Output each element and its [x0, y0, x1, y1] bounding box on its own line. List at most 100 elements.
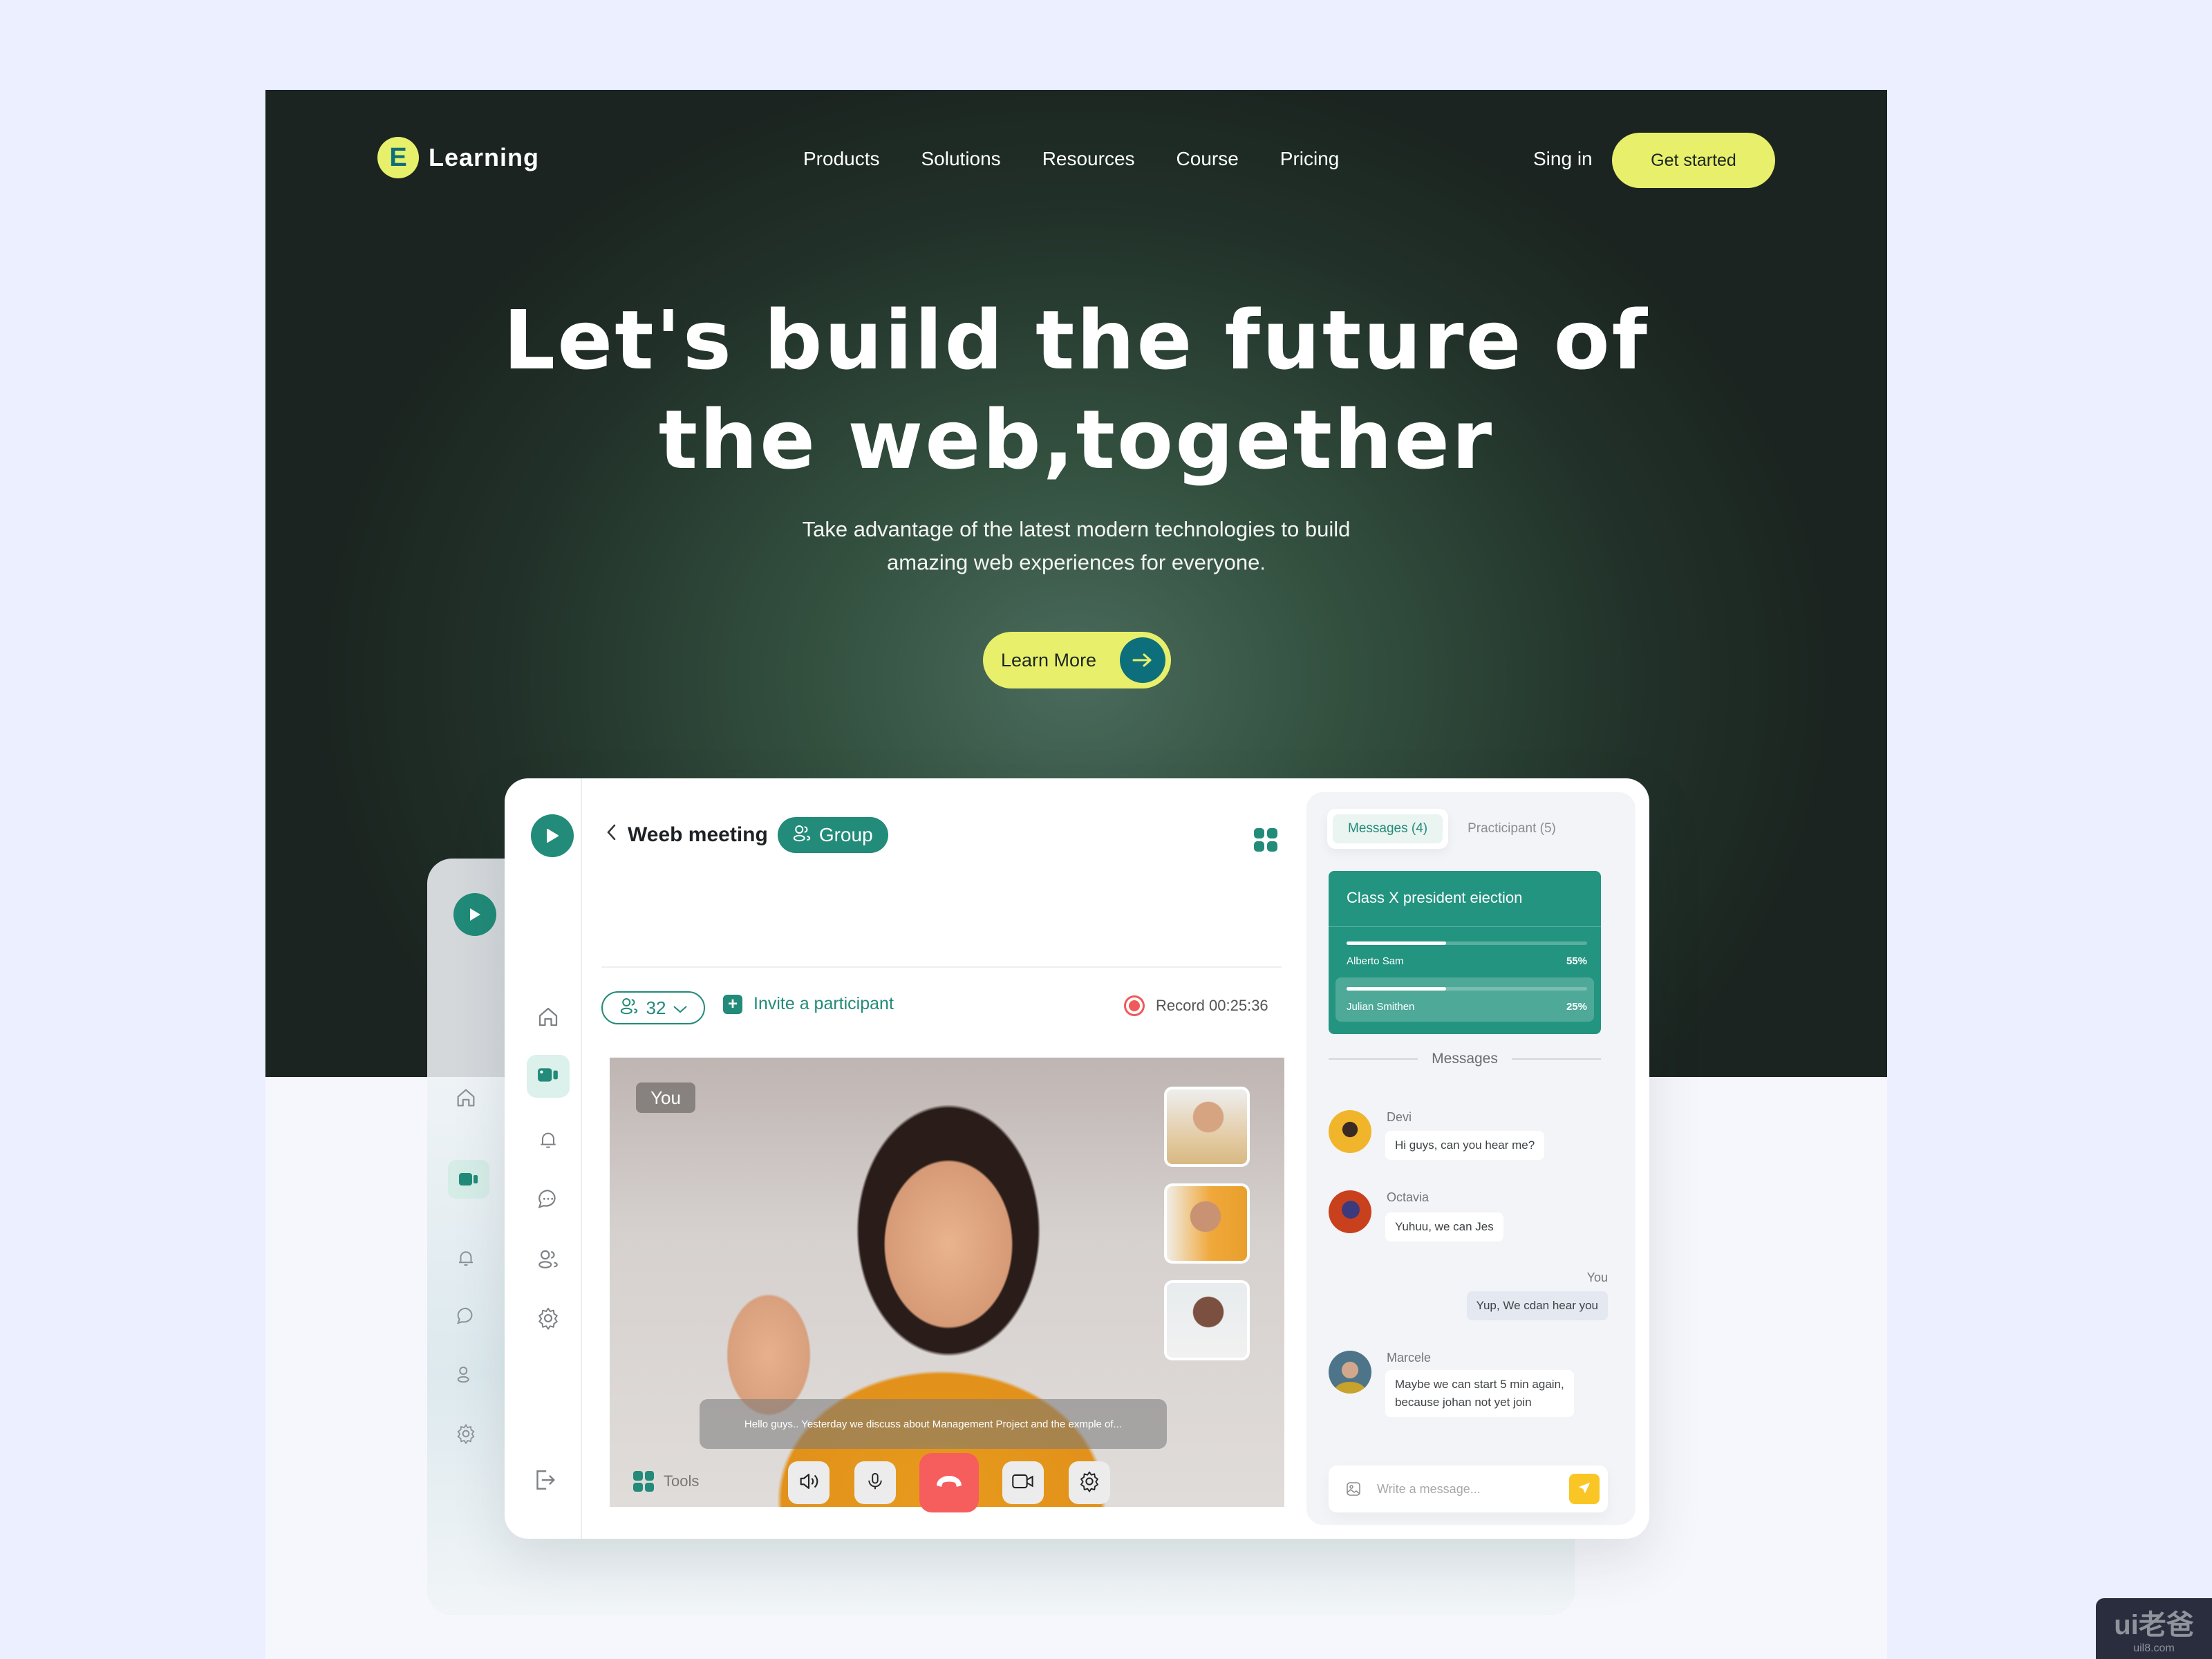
- record-status[interactable]: Record 00:25:36: [1124, 995, 1268, 1016]
- nav-solutions[interactable]: Solutions: [921, 148, 1001, 170]
- record-icon: [1124, 995, 1145, 1016]
- chevron-down-icon: [673, 997, 688, 1019]
- message-composer: [1329, 1465, 1608, 1512]
- brand-logo[interactable]: E Learning: [377, 137, 539, 178]
- message-input[interactable]: [1377, 1477, 1550, 1501]
- tools-grid-icon: [633, 1471, 654, 1492]
- logout-icon[interactable]: [531, 1467, 557, 1497]
- sidebar-item-users[interactable]: [527, 1239, 570, 1282]
- camera-icon: [1011, 1472, 1035, 1494]
- message-sender: Marcele: [1387, 1351, 1432, 1365]
- participant-thumbnail[interactable]: [1164, 1087, 1250, 1167]
- logo-badge: E: [377, 137, 419, 178]
- message-item-own: You Yup, We cdan hear you: [1329, 1271, 1608, 1326]
- tab-messages[interactable]: Messages (4): [1327, 809, 1449, 849]
- back-home-icon: [452, 1084, 480, 1112]
- message-sender: Devi: [1387, 1110, 1412, 1124]
- hero-subtitle: Take advantage of the latest modern tech…: [265, 513, 1887, 579]
- microphone-button[interactable]: [854, 1461, 896, 1504]
- chat-panel: Messages (4) Practicipant (5) Class X pr…: [1306, 792, 1635, 1525]
- message-sender: Octavia: [1387, 1190, 1430, 1204]
- app-logo-play-icon[interactable]: [531, 814, 574, 857]
- avatar: [1329, 1190, 1371, 1233]
- message-bubble: Yuhuu, we can Jes: [1385, 1212, 1503, 1241]
- poll-bar-track: [1347, 987, 1587, 991]
- meeting-app-card: Weeb meeting Group 32 + Invite a partici…: [505, 778, 1649, 1539]
- meeting-title: Weeb meeting: [628, 823, 768, 846]
- message-sender: You: [1586, 1271, 1608, 1284]
- poll-option[interactable]: Alberto Sam 55%: [1335, 932, 1594, 976]
- nav-products[interactable]: Products: [803, 148, 880, 170]
- users-icon: [791, 823, 812, 848]
- poll-option[interactable]: Julian Smithen 25%: [1335, 977, 1594, 1022]
- invite-participant-button[interactable]: + Invite a participant: [723, 994, 894, 1014]
- live-caption: Hello guys.. Yesterday we discuss about …: [700, 1399, 1167, 1449]
- get-started-button[interactable]: Get started: [1612, 133, 1775, 188]
- tools-label: Tools: [664, 1472, 700, 1490]
- participant-thumbnail[interactable]: [1164, 1280, 1250, 1360]
- divider-line: [1511, 1058, 1601, 1060]
- message-item: Devi Hi guys, can you hear me?: [1329, 1110, 1612, 1165]
- brand-name: Learning: [429, 143, 540, 171]
- record-label: Record 00:25:36: [1156, 997, 1268, 1014]
- sidebar-item-video[interactable]: [527, 1055, 570, 1098]
- image-attach-icon[interactable]: [1345, 1481, 1362, 1501]
- users-icon: [536, 1247, 560, 1274]
- sidebar-item-chat[interactable]: [527, 1179, 570, 1222]
- divider-line: [1329, 1058, 1418, 1060]
- participants-count-dropdown[interactable]: 32: [601, 991, 705, 1024]
- bell-icon: [537, 1129, 559, 1154]
- camera-button[interactable]: [1002, 1461, 1044, 1504]
- main-nav: Products Solutions Resources Course Pric…: [803, 148, 1339, 170]
- participant-thumbnail[interactable]: [1164, 1183, 1250, 1264]
- learn-more-label: Learn More: [1001, 649, 1097, 671]
- speaker-button[interactable]: [788, 1461, 830, 1504]
- back-chevron-icon[interactable]: [606, 823, 618, 847]
- signin-link[interactable]: Sing in: [1533, 148, 1593, 170]
- tab-messages-label: Messages (4): [1333, 814, 1443, 843]
- gear-icon: [536, 1306, 560, 1333]
- sidebar-item-settings[interactable]: [527, 1298, 570, 1341]
- tools-button[interactable]: Tools: [633, 1471, 699, 1492]
- send-button[interactable]: [1569, 1474, 1600, 1504]
- home-icon: [536, 1004, 561, 1033]
- page-frame: E Learning Products Solutions Resources …: [265, 90, 1887, 1659]
- avatar: [1329, 1351, 1371, 1394]
- back-users-icon: [452, 1360, 480, 1388]
- call-toolbar: Tools: [505, 1446, 1369, 1515]
- sidebar-item-home[interactable]: [527, 997, 570, 1040]
- grid-view-icon[interactable]: [1254, 828, 1277, 852]
- hang-up-button[interactable]: [919, 1453, 979, 1512]
- plus-icon: +: [723, 994, 742, 1014]
- group-badge[interactable]: Group: [777, 817, 888, 853]
- poll-option-percent: 25%: [1566, 1001, 1587, 1013]
- tab-participants[interactable]: Practicipant (5): [1468, 821, 1556, 836]
- back-video-icon: [448, 1160, 489, 1199]
- message-bubble: Hi guys, can you hear me?: [1385, 1131, 1545, 1160]
- header-divider: [601, 966, 1282, 968]
- settings-button[interactable]: [1069, 1461, 1110, 1504]
- users-icon: [619, 995, 639, 1021]
- microphone-icon: [865, 1470, 885, 1497]
- messages-divider: Messages: [1329, 1051, 1601, 1067]
- poll-card: Class X president eiection Alberto Sam 5…: [1329, 871, 1601, 1034]
- hero-title-line-1: Let's build the future of: [503, 292, 1649, 388]
- message-item: Octavia Yuhuu, we can Jes: [1329, 1190, 1612, 1246]
- message-line: because johan not yet join: [1395, 1396, 1532, 1409]
- phone-hangup-icon: [934, 1472, 964, 1494]
- sidebar-item-notifications[interactable]: [527, 1120, 570, 1163]
- message-line: Maybe we can start 5 min again,: [1395, 1378, 1564, 1391]
- avatar: [1329, 1110, 1371, 1153]
- watermark-badge: ui老爸 uil8.com: [2096, 1598, 2212, 1659]
- chat-icon: [536, 1188, 560, 1215]
- learn-more-button[interactable]: Learn More: [983, 632, 1171, 688]
- poll-title: Class X president eiection: [1347, 889, 1523, 906]
- nav-resources[interactable]: Resources: [1042, 148, 1135, 170]
- main-video-feed: You Hello guys.. Yesterday we discuss ab…: [610, 1058, 1284, 1507]
- group-badge-label: Group: [818, 824, 873, 845]
- gear-icon: [1078, 1470, 1100, 1496]
- nav-course[interactable]: Course: [1177, 148, 1239, 170]
- poll-option-percent: 55%: [1566, 955, 1587, 967]
- nav-pricing[interactable]: Pricing: [1280, 148, 1340, 170]
- message-item: Marcele Maybe we can start 5 min again, …: [1329, 1351, 1612, 1434]
